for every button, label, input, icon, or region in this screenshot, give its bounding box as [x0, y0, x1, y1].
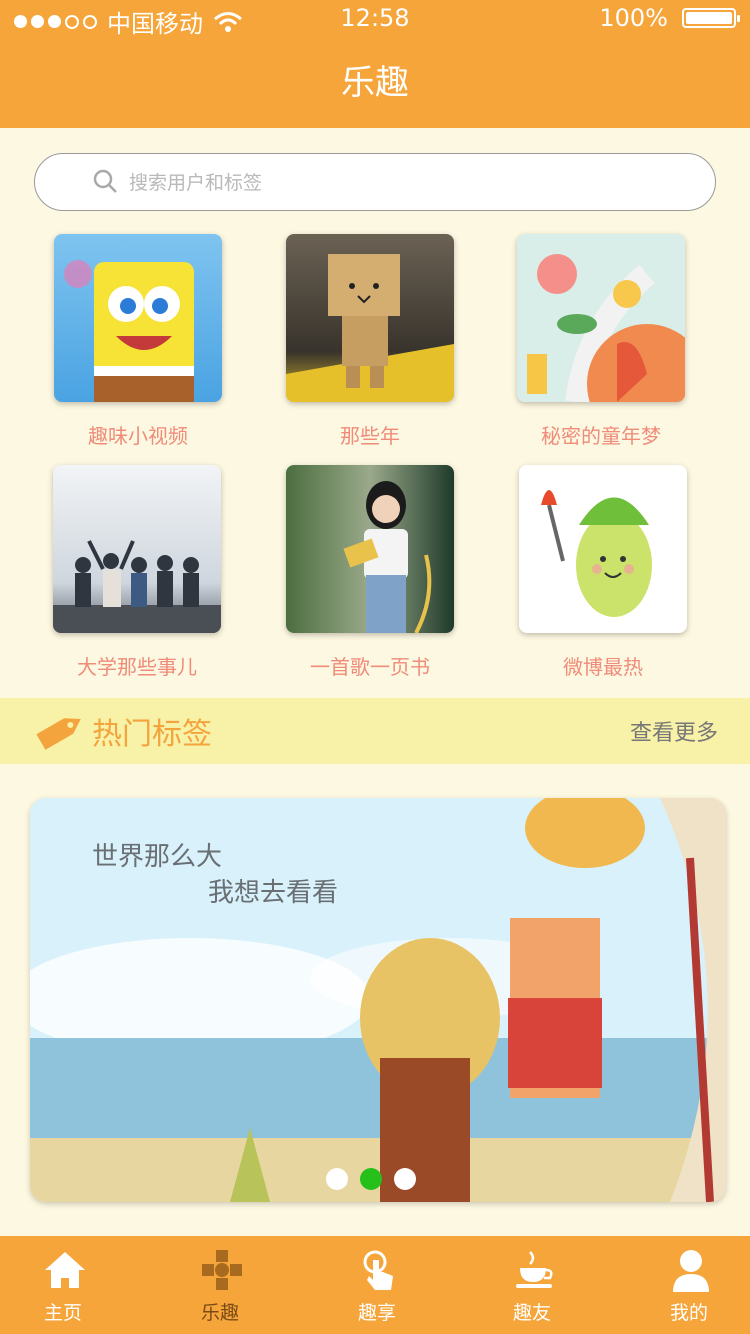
banner-text-line2: 我想去看看 — [208, 878, 339, 908]
category-label: 大学那些事儿 — [77, 655, 197, 679]
category-label: 趣味小视频 — [88, 424, 188, 448]
tab-mine[interactable]: 我的 — [634, 1236, 744, 1334]
category-thumb-friends — [53, 465, 221, 633]
carousel-pager — [326, 1168, 416, 1190]
category-label: 一首歌一页书 — [310, 655, 430, 679]
home-icon — [45, 1252, 85, 1288]
coffee-icon — [516, 1251, 553, 1288]
tab-label: 乐趣 — [200, 1302, 239, 1324]
hot-tags-bar: 热门标签 查看更多 — [0, 698, 750, 764]
banner-text-line1: 世界那么大 — [92, 842, 223, 872]
tab-label: 趣享 — [357, 1302, 396, 1324]
status-bar: 中国移动 12:58 100% — [0, 0, 750, 40]
tab-label: 趣友 — [512, 1302, 551, 1324]
category-thumb-illustration — [517, 234, 685, 402]
category-label: 微博最热 — [563, 655, 643, 679]
category-label: 秘密的童年梦 — [541, 424, 661, 448]
tag-icon — [36, 718, 81, 750]
category-item[interactable]: 一首歌一页书 — [285, 465, 455, 680]
hot-tags-title: 热门标签 — [92, 717, 212, 752]
tab-friends[interactable]: 趣友 — [477, 1236, 587, 1334]
category-thumb-mascot — [519, 465, 687, 633]
touch-icon — [363, 1250, 393, 1290]
battery-icon — [682, 8, 740, 28]
category-thumb-box-robot — [286, 234, 454, 402]
tab-fun[interactable]: 乐趣 — [165, 1236, 275, 1334]
search-placeholder: 搜索用户和标签 — [129, 172, 263, 194]
search-icon — [93, 169, 117, 193]
user-icon — [673, 1250, 709, 1292]
tab-label: 我的 — [669, 1302, 708, 1324]
category-thumb-reading-girl — [286, 465, 454, 633]
category-item[interactable]: 那些年 — [285, 234, 455, 449]
battery-percent: 100% — [599, 4, 668, 32]
tab-label: 主页 — [43, 1302, 82, 1324]
category-item[interactable]: 秘密的童年梦 — [516, 234, 686, 449]
page-title: 乐趣 — [0, 40, 750, 128]
pager-dot[interactable] — [394, 1168, 416, 1190]
category-label: 那些年 — [340, 424, 400, 448]
tab-bar: 主页 乐趣 趣享 趣友 我的 — [0, 1236, 750, 1334]
tab-home[interactable]: 主页 — [8, 1236, 118, 1334]
view-more-link[interactable]: 查看更多 — [630, 715, 718, 747]
status-right: 100% — [599, 4, 740, 32]
tab-share[interactable]: 趣享 — [322, 1236, 432, 1334]
pager-dot[interactable] — [326, 1168, 348, 1190]
pager-dot-active[interactable] — [360, 1168, 382, 1190]
fun-icon — [202, 1250, 242, 1290]
search-input[interactable]: 搜索用户和标签 — [34, 153, 716, 211]
banner-carousel[interactable]: 世界那么大 我想去看看 — [30, 798, 726, 1202]
category-item[interactable]: 大学那些事儿 — [52, 465, 222, 680]
category-item[interactable]: 微博最热 — [518, 465, 688, 680]
category-thumb-cartoon — [54, 234, 222, 402]
category-item[interactable]: 趣味小视频 — [53, 234, 223, 449]
